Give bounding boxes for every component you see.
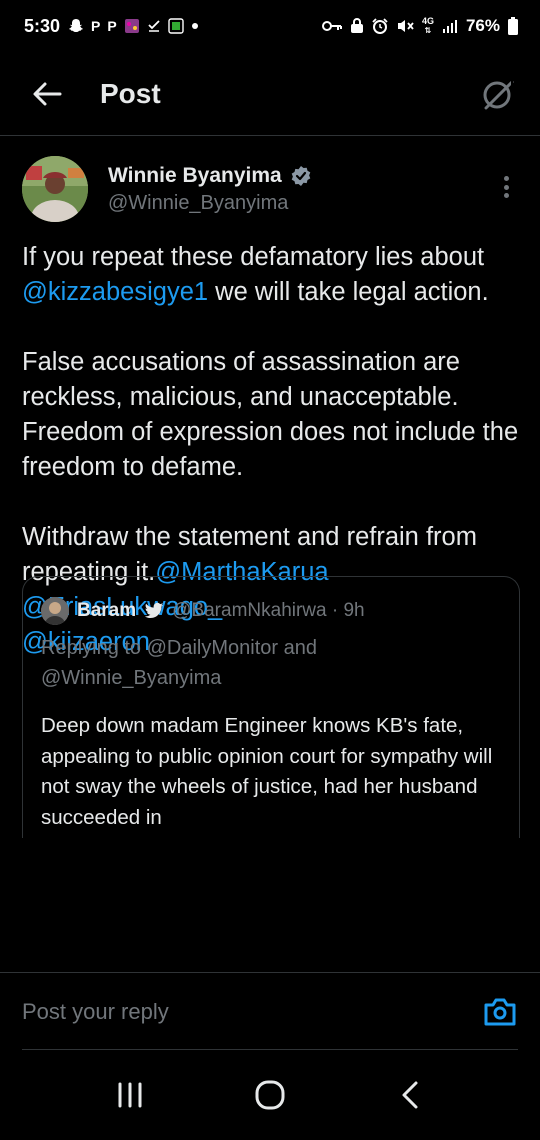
page-title: Post [100,77,161,109]
status-time: 5:30 [24,15,61,36]
system-nav-bar [0,1050,540,1140]
chevron-left-icon [402,1081,418,1109]
author-name[interactable]: Winnie Byanyima [108,164,282,188]
signal-icon [442,17,458,35]
battery-percent: 76% [465,16,500,35]
more-dot [503,184,509,190]
home-icon [255,1080,285,1110]
post-paragraph-1: If you repeat these defamatory lies abou… [22,240,522,310]
p-icon: P [91,18,101,34]
post-author-row: Winnie Byanyima @Winnie_Byanyima [0,136,540,236]
status-bar: 5:30 P P 4G ⇅ 76% [0,0,540,52]
camera-button[interactable] [482,994,518,1030]
app-icon [168,17,184,35]
quoted-post-text: Deep down madam Engineer knows KB's fate… [41,714,493,829]
quoted-post[interactable]: Baram @BaramNkahirwa · 9h Replying to @D… [22,576,520,838]
post-paragraph-2: False accusations of assassination are r… [22,348,519,481]
alarm-icon [372,17,388,35]
status-notification-icons: P P [68,17,199,35]
home-button[interactable] [240,1065,300,1125]
camera-icon [484,998,516,1025]
top-app-bar: Post [0,52,540,136]
recent-apps-icon [118,1082,142,1108]
back-button[interactable] [22,69,72,119]
reply-input[interactable]: Post your reply [22,999,482,1025]
more-options-button[interactable] [494,172,518,202]
p-icon: P [107,18,117,34]
author-handle[interactable]: @Winnie_Byanyima [108,192,288,215]
twitter-bird-icon [144,602,164,620]
verified-badge-icon [290,165,312,187]
more-dot [503,193,509,198]
battery-icon [508,17,518,35]
back-nav-button[interactable] [380,1065,440,1125]
author-name-line: Winnie Byanyima [108,164,312,188]
post-text-segment: If you repeat these defamatory lies abou… [22,243,485,271]
lock-icon [350,17,364,35]
dot-icon [191,17,199,35]
quoted-avatar [41,597,69,625]
recent-apps-button[interactable] [100,1065,160,1125]
quoted-author-name: Baram [77,600,137,621]
more-dot [503,176,509,181]
quoted-replying-to: Replying to @DailyMonitor and @Winnie_By… [41,637,317,689]
avatar[interactable] [22,156,88,222]
quoted-handle-time: @BaramNkahirwa · 9h [172,600,365,621]
quoted-post-header: Baram @BaramNkahirwa · 9h [41,597,365,625]
network-4g-icon: 4G ⇅ [421,16,434,36]
snapchat-icon [68,17,84,35]
key-icon [321,17,342,35]
post-text-segment: we will take legal action. [208,278,489,306]
status-system-icons: 4G ⇅ 76% [321,16,518,36]
mute-icon [396,17,414,35]
grok-button[interactable] [476,72,520,116]
app-icon [124,17,140,35]
network-label: 4G [421,16,434,26]
grok-icon [483,78,514,109]
arrow-left-icon [33,82,62,105]
reply-bar: Post your reply [0,972,540,1050]
check-icon [147,17,161,35]
post: Winnie Byanyima @Winnie_Byanyima If you … [0,136,540,656]
mention-link[interactable]: @kizzabesigye1 [22,278,208,306]
